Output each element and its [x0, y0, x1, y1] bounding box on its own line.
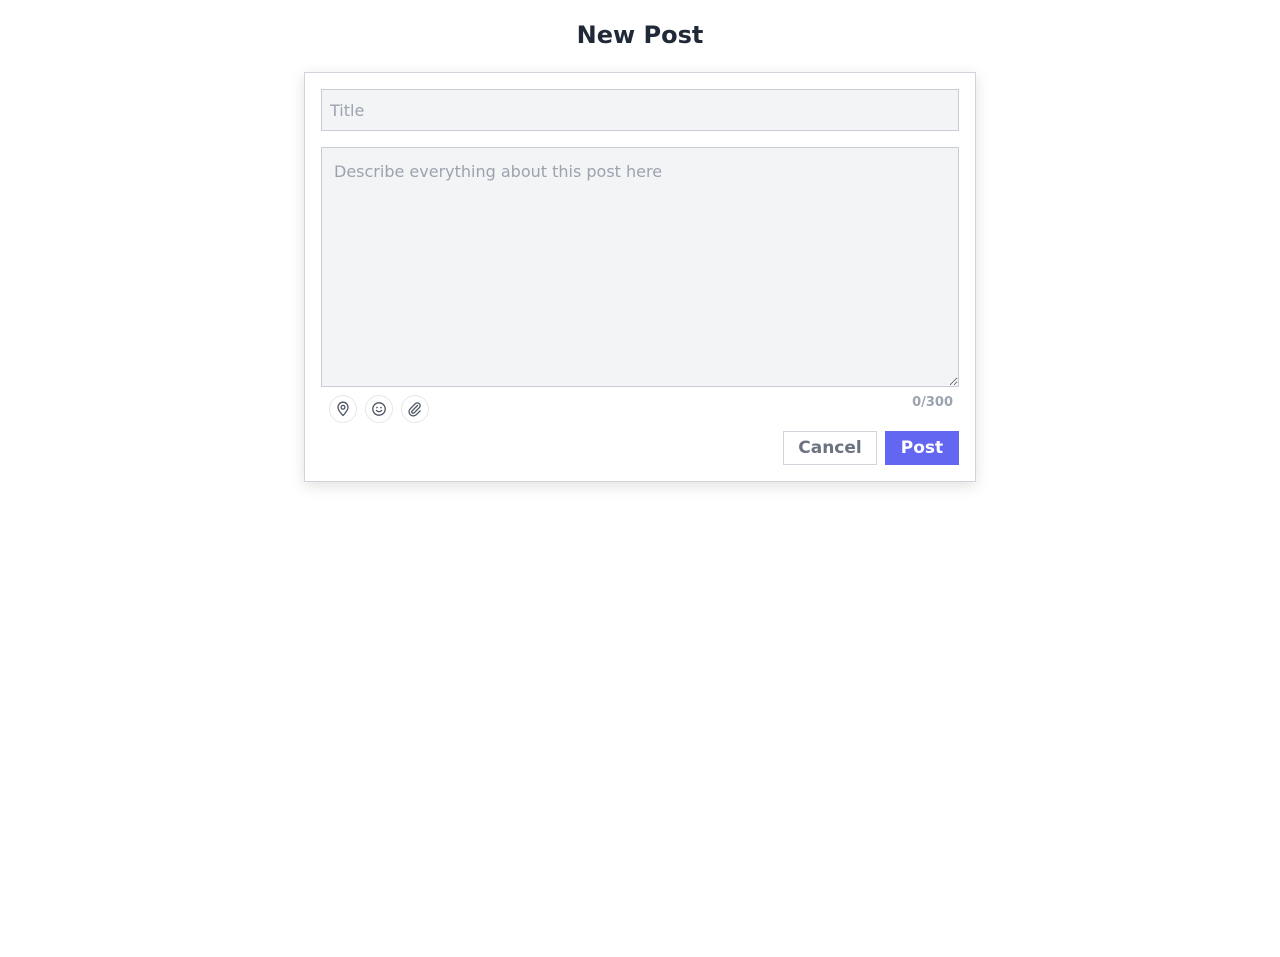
new-post-card: 0/300 Cancel Post: [304, 72, 976, 482]
page-title: New Post: [576, 21, 704, 49]
cancel-button[interactable]: Cancel: [783, 431, 877, 465]
attachment-button[interactable]: [401, 395, 429, 423]
character-counter: 0/300: [912, 395, 953, 410]
description-textarea[interactable]: [321, 147, 959, 387]
location-button[interactable]: [329, 395, 357, 423]
location-icon: [335, 401, 351, 417]
title-input[interactable]: [321, 89, 959, 131]
emoji-icon: [371, 401, 387, 417]
post-button[interactable]: Post: [885, 431, 959, 465]
emoji-button[interactable]: [365, 395, 393, 423]
attachment-icon: [407, 401, 423, 417]
